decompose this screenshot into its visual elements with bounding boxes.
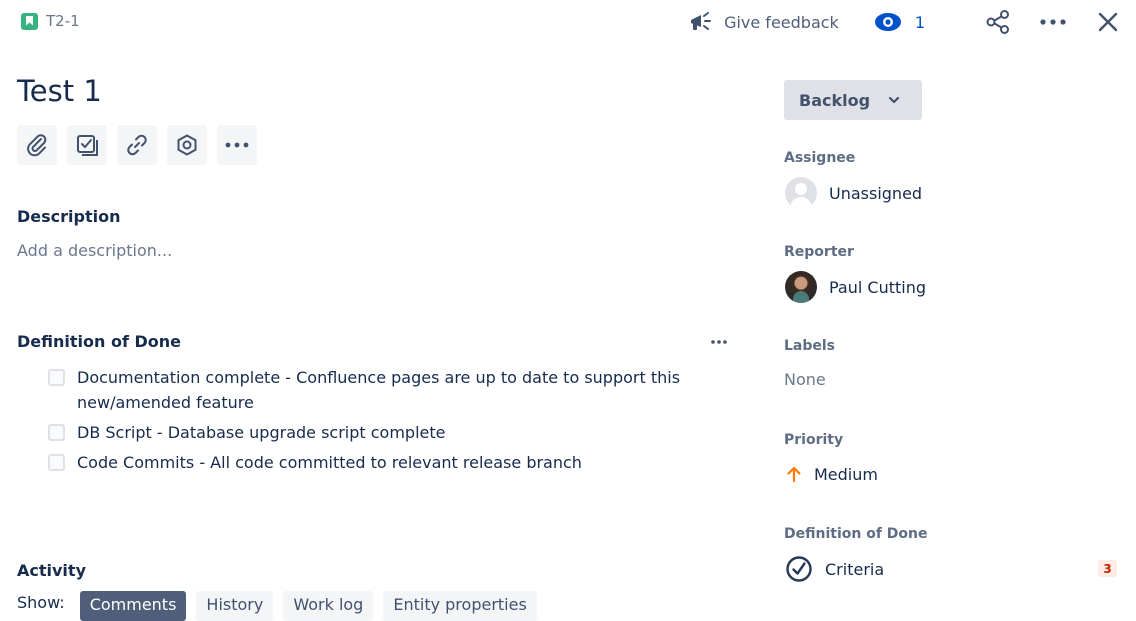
link-icon	[127, 134, 147, 156]
dod-item-text: Documentation complete - Confluence page…	[77, 368, 681, 412]
more-horizontal-icon	[1040, 19, 1066, 25]
description-editor[interactable]: Add a description...	[17, 241, 172, 260]
reporter-avatar	[785, 271, 817, 303]
show-label: Show:	[17, 593, 65, 612]
status-label: Backlog	[799, 90, 871, 110]
dod-checkbox[interactable]	[48, 424, 65, 441]
dod-checklist: Documentation complete - Confluence page…	[48, 365, 688, 480]
dod-heading: Definition of Done	[17, 332, 181, 351]
tab-entity-properties[interactable]: Entity properties	[383, 591, 537, 621]
assignee-label: Assignee	[784, 150, 856, 166]
share-icon	[986, 10, 1009, 34]
reporter-value: Paul Cutting	[829, 277, 927, 297]
labels-value: None	[784, 370, 826, 389]
give-feedback-button[interactable]: Give feedback	[688, 10, 839, 34]
tab-comments[interactable]: Comments	[79, 591, 187, 621]
labels-label: Labels	[784, 338, 836, 354]
reporter-label: Reporter	[784, 244, 854, 260]
dod-item: Documentation complete - Confluence page…	[48, 365, 688, 415]
give-feedback-label: Give feedback	[724, 12, 839, 32]
quick-action-toolbar	[17, 125, 257, 165]
description-heading: Description	[17, 207, 121, 226]
status-dropdown[interactable]: Backlog	[784, 80, 922, 120]
dod-more-button[interactable]	[707, 332, 731, 352]
reporter-field[interactable]: Paul Cutting	[785, 271, 926, 303]
tab-history[interactable]: History	[196, 591, 274, 621]
issue-key-link[interactable]: T2-1	[21, 12, 80, 30]
more-horizontal-icon	[225, 142, 249, 148]
close-icon	[1098, 12, 1118, 32]
priority-value: Medium	[814, 464, 878, 484]
watch-count: 1	[914, 12, 925, 32]
dod-item-text: Code Commits - All code committed to rel…	[77, 453, 582, 472]
megaphone-icon	[691, 12, 712, 30]
close-button[interactable]	[1092, 6, 1124, 38]
dod-criteria-field[interactable]: Criteria	[785, 555, 884, 583]
dod-item: Code Commits - All code committed to rel…	[48, 450, 688, 475]
activity-heading: Activity	[17, 561, 86, 580]
share-button[interactable]	[982, 6, 1014, 38]
more-quick-actions-button[interactable]	[217, 125, 257, 165]
eye-icon	[874, 13, 901, 31]
activity-filter: Show: Comments History Work log Entity p…	[17, 591, 537, 621]
add-child-issue-button[interactable]	[67, 125, 107, 165]
dod-criteria-value: Criteria	[825, 559, 885, 579]
dod-field-label: Definition of Done	[784, 526, 928, 542]
check-circle-icon	[786, 556, 812, 582]
issue-key-text: T2-1	[46, 12, 80, 30]
subtask-icon	[77, 135, 98, 156]
link-issue-button[interactable]	[117, 125, 157, 165]
chevron-down-icon	[888, 96, 900, 104]
dod-checkbox[interactable]	[48, 454, 65, 471]
more-horizontal-icon	[711, 340, 727, 344]
priority-field[interactable]: Medium	[784, 464, 878, 484]
assignee-field[interactable]: Unassigned	[785, 177, 922, 209]
labels-field[interactable]: None	[784, 370, 826, 389]
priority-label: Priority	[784, 432, 844, 448]
issue-title[interactable]: Test 1	[17, 74, 102, 108]
dod-item: DB Script - Database upgrade script comp…	[48, 420, 688, 445]
dod-count-badge: 3	[1098, 560, 1117, 577]
dod-item-text: DB Script - Database upgrade script comp…	[77, 423, 446, 442]
assignee-value: Unassigned	[829, 183, 923, 203]
unassigned-avatar	[785, 177, 817, 209]
priority-medium-arrow-icon	[787, 466, 801, 483]
more-actions-button[interactable]	[1037, 6, 1069, 38]
dod-checkbox[interactable]	[48, 369, 65, 386]
header-actions: Give feedback 1	[688, 6, 1124, 38]
attach-button[interactable]	[17, 125, 57, 165]
apps-button[interactable]	[167, 125, 207, 165]
paperclip-icon	[27, 134, 47, 157]
watch-button[interactable]: 1	[874, 12, 925, 32]
issue-header: T2-1 Give feedback 1	[0, 0, 1136, 44]
tab-work-log[interactable]: Work log	[283, 591, 374, 621]
hexagon-icon	[177, 134, 197, 156]
story-type-icon	[21, 12, 38, 30]
